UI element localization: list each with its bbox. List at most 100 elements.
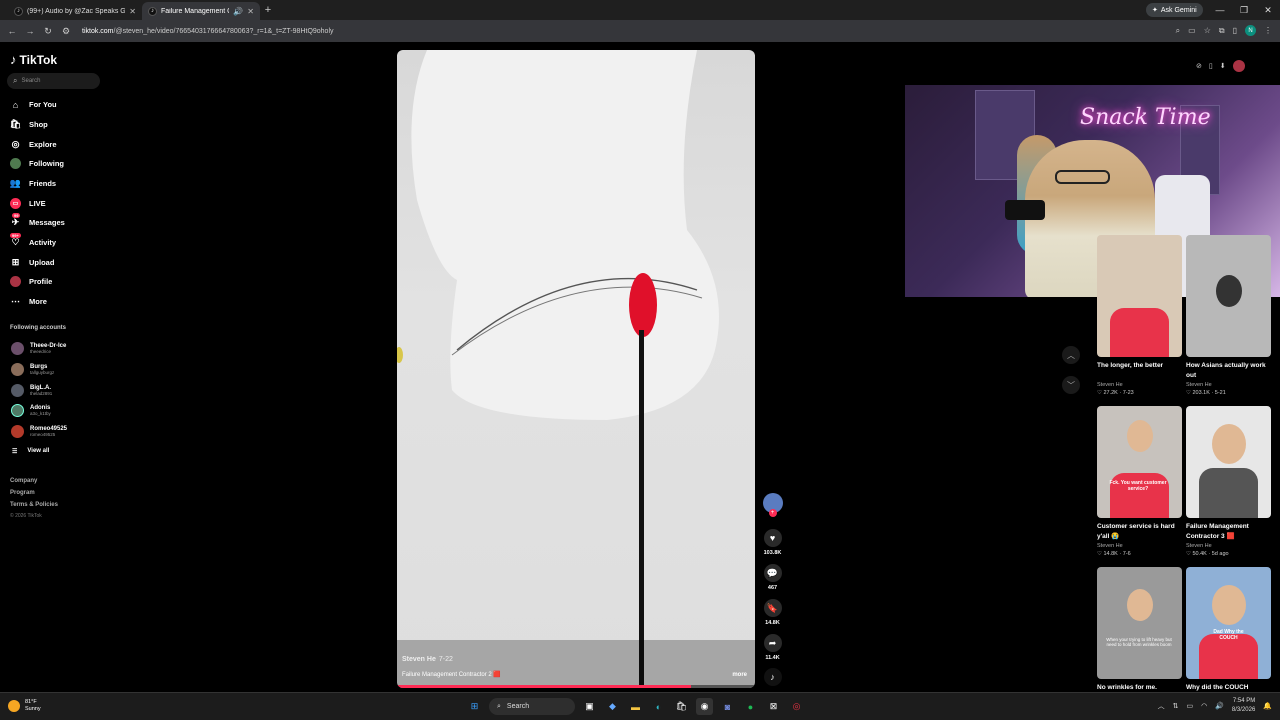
zoom-icon[interactable]: ⌕ <box>1176 26 1180 36</box>
share-button[interactable]: ➦ 11.4K <box>760 634 785 661</box>
browser-tab-failure-management[interactable]: ♪ Failure Management Contr 🔊 ✕ <box>142 2 260 20</box>
nav-friends[interactable]: 👥 Friends <box>10 178 56 189</box>
close-window-icon[interactable]: ✕ <box>1256 0 1280 20</box>
usb-icon[interactable]: ⇅ <box>1173 702 1179 710</box>
extensions-icon[interactable]: ⧉ <box>1219 26 1225 36</box>
video-card[interactable]: The longer, the better Steven He ♡ 27.2K… <box>1097 235 1182 396</box>
footer-link-terms[interactable]: Terms & Policies <box>10 502 58 508</box>
nav-explore[interactable]: ◎ Explore <box>10 139 57 150</box>
edge-icon[interactable]: ◐ <box>650 698 667 715</box>
speaker-icon[interactable]: 🔊 <box>233 7 243 16</box>
site-info-icon[interactable]: ⚙ <box>60 26 72 37</box>
battery-icon[interactable]: ▭ <box>1186 702 1193 710</box>
nav-shop[interactable]: 🛍 Shop <box>10 119 48 130</box>
view-all-link[interactable]: ☰ View all <box>12 448 49 455</box>
account-handle: a3o_k1tby <box>30 411 51 416</box>
video-card[interactable]: When your trying to lift heavy but need … <box>1097 567 1182 703</box>
video-title: The longer, the better <box>1097 362 1164 369</box>
taskbar-search[interactable]: ⌕ Search <box>489 698 575 715</box>
copilot-icon[interactable]: ◆ <box>604 698 621 715</box>
xbox-icon[interactable]: ⊠ <box>765 698 782 715</box>
coins-icon[interactable]: ⊘ <box>1196 62 1202 70</box>
video-card[interactable]: Failure Management Contractor 3 🟥 Steven… <box>1186 406 1271 557</box>
task-view-icon[interactable]: ▣ <box>581 698 598 715</box>
chevron-up-icon[interactable]: ︿ <box>1158 701 1165 711</box>
search-input[interactable]: ⌕ Search <box>7 73 100 89</box>
phone-icon[interactable]: ▯ <box>1209 62 1213 70</box>
following-account[interactable]: BigL.A. thelad2891 <box>11 384 52 397</box>
following-account[interactable]: Theee-Dr-Ice theeedrice <box>11 342 66 355</box>
account-handle: thelad2891 <box>30 391 53 396</box>
maximize-icon[interactable]: ❐ <box>1232 0 1256 20</box>
download-icon[interactable]: ⬇ <box>1220 62 1226 70</box>
nav-activity[interactable]: ♡ 99+ Activity <box>10 233 56 248</box>
footer-link-company[interactable]: Company <box>10 478 37 484</box>
footer-link-program[interactable]: Program <box>10 490 35 496</box>
close-tab-icon[interactable]: ✕ <box>247 7 254 16</box>
back-icon[interactable]: ← <box>6 26 18 36</box>
like-button[interactable]: ♥ 103.8K <box>760 529 785 556</box>
close-tab-icon[interactable]: ✕ <box>129 7 136 16</box>
minimize-icon[interactable]: — <box>1208 0 1232 20</box>
weather-widget[interactable]: 81°F Sunny <box>8 699 41 713</box>
video-card[interactable]: Dad Why the COUCH Why did the COUCH <box>1186 567 1271 703</box>
following-account[interactable]: Burgs tallguyburgz <box>11 363 54 376</box>
following-account[interactable]: Romeo49525 romeo49525 <box>11 425 67 438</box>
spotify-icon[interactable]: ● <box>742 698 759 715</box>
url-field[interactable]: tiktok.com/@steven_he/video/766540317666… <box>82 28 334 35</box>
nav-following[interactable]: Following <box>10 158 64 169</box>
tab-label: Failure Management Contr <box>161 7 229 15</box>
windows-start-icon[interactable]: ⊞ <box>466 698 483 715</box>
split-view-icon[interactable]: ▯ <box>1233 26 1237 35</box>
video-thumbnail: Fck. You want customer service? <box>1097 406 1182 518</box>
sound-disc[interactable]: ♪ <box>760 668 785 686</box>
profile-avatar[interactable]: N <box>1245 25 1256 36</box>
browser-tab-audio[interactable]: ♪ (99+) Audio by @Zac Speaks G ✕ <box>8 2 142 20</box>
tiktok-logo[interactable]: ♪ TikTok <box>10 52 57 67</box>
nav-messages[interactable]: ✈ 99 Messages <box>10 213 65 228</box>
file-explorer-icon[interactable]: ▬ <box>627 698 644 715</box>
bookmark-star-icon[interactable]: ☆ <box>1204 26 1211 35</box>
menu-dots-icon[interactable]: ⋮ <box>1264 26 1272 35</box>
video-thumbnail <box>1186 406 1271 518</box>
user-avatar[interactable] <box>1232 60 1245 72</box>
creator-avatar[interactable]: + <box>760 493 785 517</box>
store-icon[interactable]: 🛍 <box>673 698 690 715</box>
video-card[interactable]: Fck. You want customer service? Customer… <box>1097 406 1182 557</box>
nav-profile[interactable]: Profile <box>10 276 52 287</box>
ask-gemini-button[interactable]: ✦ Ask Gemini <box>1146 3 1203 17</box>
follow-plus-icon[interactable]: + <box>768 509 777 517</box>
video-progress-bar[interactable] <box>397 685 755 688</box>
previous-video-button[interactable]: ︿ <box>1062 346 1080 364</box>
more-caption-button[interactable]: more <box>732 672 747 678</box>
forward-icon[interactable]: → <box>24 26 36 36</box>
nav-more[interactable]: ⋯ More <box>10 296 47 307</box>
new-tab-button[interactable]: + <box>260 4 276 16</box>
notification-bell-icon[interactable]: 🔔 <box>1263 702 1272 710</box>
discord-icon[interactable]: ◙ <box>719 698 736 715</box>
thumbnail-figure <box>1212 424 1246 464</box>
nav-label: More <box>29 297 47 306</box>
nav-live[interactable]: ▭ LIVE <box>10 198 46 209</box>
thumbnail-figure <box>1212 585 1246 625</box>
volume-icon[interactable]: 🔊 <box>1215 702 1224 710</box>
video-author[interactable]: Steven He 7-22 <box>402 656 453 663</box>
save-button[interactable]: 🔖 14.8K <box>760 599 785 626</box>
gemini-sparkle-icon: ✦ <box>1152 7 1158 14</box>
following-accounts-header: Following accounts <box>10 325 67 331</box>
reload-icon[interactable]: ↻ <box>42 26 54 37</box>
comment-button[interactable]: 💬 467 <box>760 564 785 591</box>
obs-icon[interactable]: ◎ <box>788 698 805 715</box>
cast-icon[interactable]: ▭ <box>1188 26 1196 35</box>
video-card[interactable]: How Asians actually work out Steven He ♡… <box>1186 235 1271 396</box>
clock[interactable]: 7:54 PM 8/3/2026 <box>1232 697 1255 715</box>
share-arrow-icon: ➦ <box>763 634 782 652</box>
nav-upload[interactable]: ⊞ Upload <box>10 257 55 268</box>
next-video-button[interactable]: ﹀ <box>1062 376 1080 394</box>
nav-for-you[interactable]: ⌂ For You <box>10 99 57 110</box>
video-thumbnail: Dad Why the COUCH <box>1186 567 1271 679</box>
video-player[interactable]: Steven He 7-22 Failure Management Contrac… <box>397 50 755 688</box>
chrome-icon[interactable]: ◉ <box>696 698 713 715</box>
following-account[interactable]: Adonis a3o_k1tby <box>11 404 51 417</box>
wifi-icon[interactable]: ◠ <box>1201 702 1207 710</box>
